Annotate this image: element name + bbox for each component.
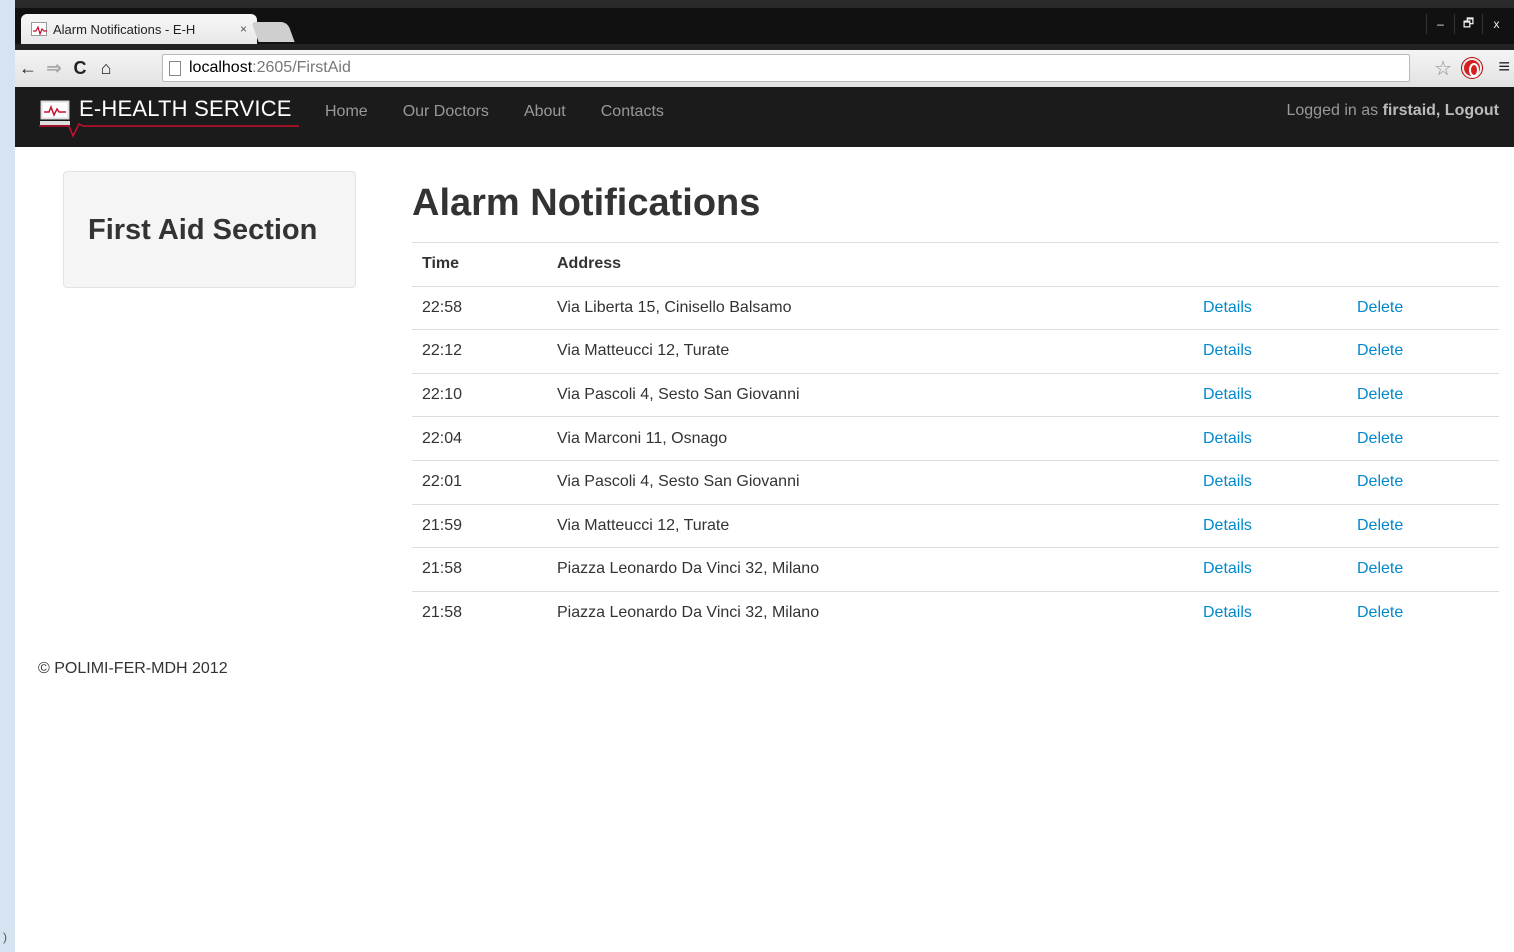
details-link[interactable]: Details xyxy=(1203,342,1252,359)
nav-contacts[interactable]: Contacts xyxy=(601,103,664,121)
table-row: 21:59 Via Matteucci 12, Turate Details Dele… xyxy=(412,503,1499,548)
table-row: 22:04 Via Marconi 11, Osnago Details Delete xyxy=(412,416,1499,461)
edge-glyph: ) xyxy=(3,930,7,944)
details-link[interactable]: Details xyxy=(1203,604,1252,621)
minimize-button[interactable]: – xyxy=(1426,14,1454,34)
menu-icon[interactable]: ≡ xyxy=(1498,56,1510,79)
details-link[interactable]: Details xyxy=(1203,473,1252,490)
new-tab-button[interactable] xyxy=(251,22,295,42)
row-address: Via Liberta 15, Cinisello Balsamo xyxy=(547,285,1193,330)
favicon-icon xyxy=(31,22,47,36)
url-path: :2605/FirstAid xyxy=(252,59,351,76)
close-window-button[interactable]: x xyxy=(1482,14,1510,34)
row-address: Via Matteucci 12, Turate xyxy=(547,329,1193,374)
browser-tab[interactable]: Alarm Notifications - E-H × xyxy=(21,14,257,44)
details-link[interactable]: Details xyxy=(1203,299,1252,316)
row-address: Via Matteucci 12, Turate xyxy=(547,503,1193,548)
forward-icon[interactable]: ⇒ xyxy=(41,56,67,82)
row-time: 22:04 xyxy=(412,416,547,461)
row-address: Via Marconi 11, Osnago xyxy=(547,416,1193,461)
table-row: 22:12 Via Matteucci 12, Turate Details Dele… xyxy=(412,329,1499,374)
column-address: Address xyxy=(547,242,1193,287)
footer: © POLIMI-FER-MDH 2012 xyxy=(38,660,228,677)
delete-link[interactable]: Delete xyxy=(1357,517,1403,534)
brand[interactable]: E-HEALTH SERVICE xyxy=(39,96,299,138)
window-controls: – 🗗 x xyxy=(1426,14,1510,34)
delete-link[interactable]: Delete xyxy=(1357,430,1403,447)
delete-link[interactable]: Delete xyxy=(1357,299,1403,316)
home-icon[interactable]: ⌂ xyxy=(93,56,119,82)
table-row: 22:01 Via Pascoli 4, Sesto San Giovanni De… xyxy=(412,459,1499,505)
browser-toolbar: ← ⇒ C ⌂ localhost:2605/FirstAid ☆ ≡ xyxy=(15,50,1514,87)
table-row: 22:58 Via Liberta 15, Cinisello Balsamo De… xyxy=(412,285,1499,330)
delete-link[interactable]: Delete xyxy=(1357,604,1403,621)
brand-name: E-HEALTH SERVICE xyxy=(79,96,292,121)
delete-link[interactable]: Delete xyxy=(1357,342,1403,359)
main-content: Alarm Notifications Time Address 22:58 Vi… xyxy=(412,182,1499,635)
alarm-table: Time Address 22:58 Via Liberta 15, Cinise… xyxy=(412,242,1499,635)
details-link[interactable]: Details xyxy=(1203,517,1252,534)
column-delete xyxy=(1347,242,1499,287)
details-link[interactable]: Details xyxy=(1203,560,1252,577)
back-icon[interactable]: ← xyxy=(15,56,41,82)
tab-close-icon[interactable]: × xyxy=(240,22,247,36)
row-time: 21:58 xyxy=(412,590,547,635)
logout-link[interactable]: firstaid, Logout xyxy=(1383,102,1499,119)
row-address: Piazza Leonardo Da Vinci 32, Milano xyxy=(547,547,1193,592)
tab-title: Alarm Notifications - E-H xyxy=(53,21,196,37)
site-navbar: E-HEALTH SERVICE Home Our Doctors About … xyxy=(15,87,1514,147)
left-edge-strip: ) xyxy=(0,0,15,952)
login-prefix: Logged in as xyxy=(1286,102,1383,119)
nav-links: Home Our Doctors About Contacts xyxy=(325,87,699,137)
restore-button[interactable]: 🗗 xyxy=(1454,14,1482,34)
bookmark-star-icon[interactable]: ☆ xyxy=(1434,56,1452,81)
details-link[interactable]: Details xyxy=(1203,430,1252,447)
sidebar-title: First Aid Section xyxy=(88,214,318,246)
url-host: localhost xyxy=(189,59,253,76)
table-row: 21:58 Piazza Leonardo Da Vinci 32, Milano… xyxy=(412,547,1499,592)
column-time: Time xyxy=(412,242,547,287)
row-time: 21:59 xyxy=(412,503,547,548)
login-status: Logged in as firstaid, Logout xyxy=(1286,102,1499,120)
opera-extension-icon[interactable] xyxy=(1462,58,1482,78)
sidebar-box: First Aid Section xyxy=(63,171,356,288)
row-time: 22:58 xyxy=(412,285,547,330)
nav-about[interactable]: About xyxy=(524,103,566,121)
row-time: 22:12 xyxy=(412,329,547,374)
table-row: 21:58 Piazza Leonardo Da Vinci 32, Milano… xyxy=(412,590,1499,635)
row-time: 22:10 xyxy=(412,372,547,417)
row-time: 22:01 xyxy=(412,459,547,505)
brand-pulse-line xyxy=(39,122,299,138)
table-header: Time Address xyxy=(412,242,1499,287)
address-bar[interactable]: localhost:2605/FirstAid xyxy=(162,54,1410,82)
row-address: Via Pascoli 4, Sesto San Giovanni xyxy=(547,459,1193,505)
row-address: Via Pascoli 4, Sesto San Giovanni xyxy=(547,372,1193,417)
page-icon xyxy=(169,60,181,76)
row-time: 21:58 xyxy=(412,547,547,592)
nav-our-doctors[interactable]: Our Doctors xyxy=(403,103,489,121)
nav-home[interactable]: Home xyxy=(325,103,368,121)
delete-link[interactable]: Delete xyxy=(1357,386,1403,403)
table-row: 22:10 Via Pascoli 4, Sesto San Giovanni De… xyxy=(412,372,1499,417)
delete-link[interactable]: Delete xyxy=(1357,473,1403,490)
column-details xyxy=(1193,242,1347,287)
details-link[interactable]: Details xyxy=(1203,386,1252,403)
delete-link[interactable]: Delete xyxy=(1357,560,1403,577)
page-title: Alarm Notifications xyxy=(412,182,761,224)
row-address: Piazza Leonardo Da Vinci 32, Milano xyxy=(547,590,1193,635)
reload-icon[interactable]: C xyxy=(67,56,93,82)
browser-chrome: Alarm Notifications - E-H × – 🗗 x ← ⇒ C … xyxy=(15,0,1514,87)
